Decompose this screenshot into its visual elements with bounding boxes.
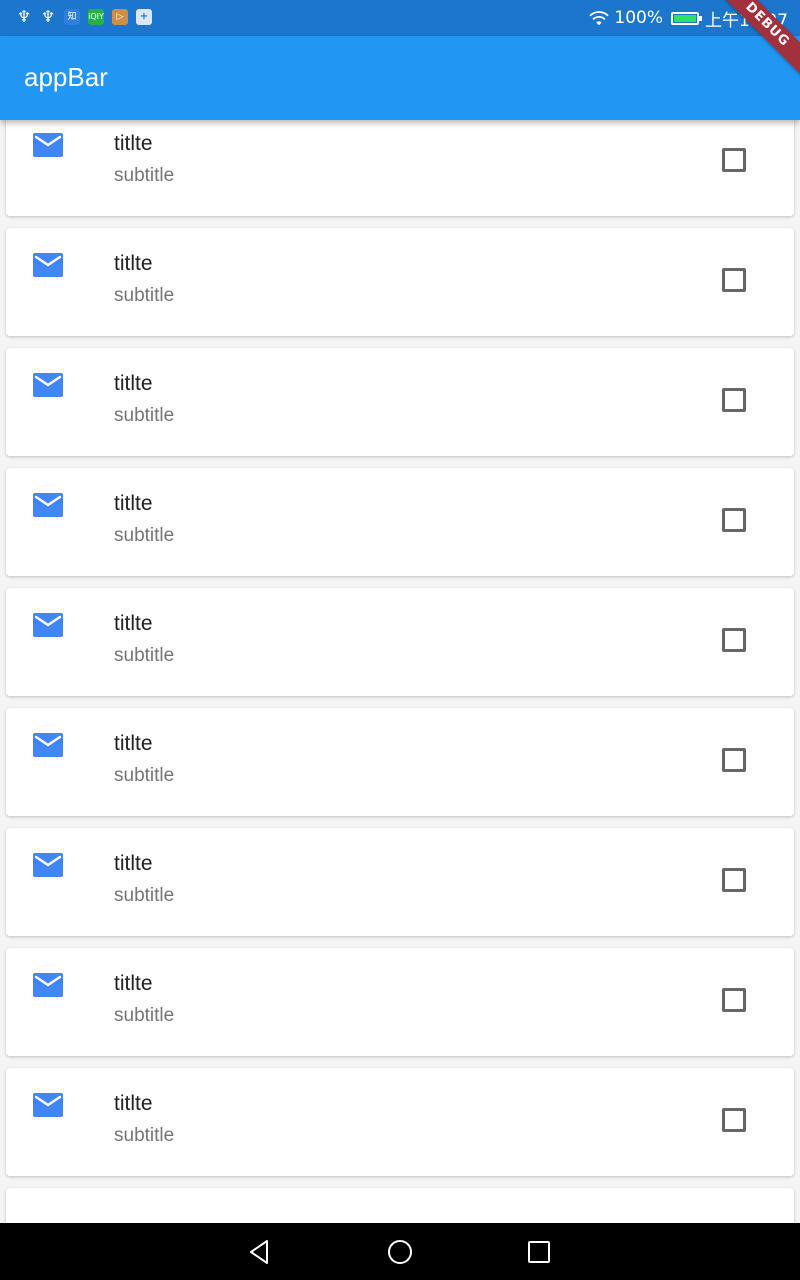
checkbox[interactable]	[722, 268, 746, 292]
mail-icon	[33, 373, 63, 397]
home-icon[interactable]	[384, 1236, 416, 1268]
mail-icon	[33, 493, 63, 517]
card-title: titlte	[114, 732, 153, 755]
card-subtitle: subtitle	[114, 165, 175, 186]
card-title: titlte	[114, 1092, 153, 1115]
play-icon: ▷	[112, 9, 128, 25]
list-card[interactable]: titlte subtitle	[6, 708, 794, 816]
checkbox[interactable]	[722, 1108, 746, 1132]
mail-icon	[33, 853, 63, 877]
list-card[interactable]: titlte subtitle	[6, 948, 794, 1056]
card-subtitle: subtitle	[114, 405, 175, 426]
wifi-icon	[589, 11, 610, 26]
zhihu-icon: 知	[64, 9, 80, 25]
notification-icons: ♆ ♆ 知 iQIY ▷ +	[16, 8, 152, 26]
plus-icon: +	[136, 9, 152, 25]
iqiyi-icon: iQIY	[88, 9, 104, 25]
card-title: titlte	[114, 852, 153, 875]
card-title: titlte	[114, 972, 153, 995]
battery-tip	[699, 15, 702, 21]
navigation-bar	[0, 1223, 800, 1280]
checkbox[interactable]	[722, 508, 746, 532]
back-icon[interactable]	[245, 1236, 277, 1268]
card-title: titlte	[114, 372, 153, 395]
card-title: titlte	[114, 492, 153, 515]
mail-icon	[33, 973, 63, 997]
card-subtitle: subtitle	[114, 1125, 175, 1146]
list-card[interactable]: titlte subtitle	[6, 348, 794, 456]
battery-fill	[674, 14, 696, 22]
card-title: titlte	[114, 612, 153, 635]
usb-icon: ♆	[16, 7, 32, 26]
card-subtitle: subtitle	[114, 285, 175, 306]
app-screen: ♆ ♆ 知 iQIY ▷ + 100% 上午10:07 DEBUG appBar…	[0, 0, 800, 1280]
list-card[interactable]: titlte subtitle	[6, 828, 794, 936]
checkbox[interactable]	[722, 388, 746, 412]
card-subtitle: subtitle	[114, 885, 175, 906]
list-card[interactable]: titlte subtitle	[6, 468, 794, 576]
card-subtitle: subtitle	[114, 645, 175, 666]
list-card[interactable]: titlte subtitle	[6, 588, 794, 696]
battery-percent: 100%	[614, 8, 663, 28]
card-subtitle: subtitle	[114, 765, 175, 786]
checkbox[interactable]	[722, 748, 746, 772]
usb-icon: ♆	[40, 7, 56, 26]
mail-icon	[33, 733, 63, 757]
card-title: titlte	[114, 252, 153, 275]
mail-icon	[33, 133, 63, 157]
mail-icon	[33, 253, 63, 277]
battery-icon	[671, 11, 702, 25]
recent-apps-icon[interactable]	[523, 1236, 555, 1268]
card-subtitle: subtitle	[114, 525, 175, 546]
mail-icon	[33, 1093, 63, 1117]
checkbox[interactable]	[722, 628, 746, 652]
mail-icon	[33, 613, 63, 637]
app-bar-title: appBar	[24, 62, 108, 92]
checkbox[interactable]	[722, 148, 746, 172]
list-card[interactable]	[6, 1188, 794, 1223]
card-subtitle: subtitle	[114, 1005, 175, 1026]
card-list[interactable]: titlte subtitle titlte subtitle titlte subtit…	[0, 120, 800, 1223]
card-title: titlte	[114, 132, 153, 155]
status-bar: ♆ ♆ 知 iQIY ▷ + 100% 上午10:07	[0, 0, 800, 36]
checkbox[interactable]	[722, 868, 746, 892]
app-bar: appBar	[0, 36, 800, 120]
list-card[interactable]: titlte subtitle	[6, 120, 794, 216]
list-card[interactable]: titlte subtitle	[6, 228, 794, 336]
checkbox[interactable]	[722, 988, 746, 1012]
list-card[interactable]: titlte subtitle	[6, 1068, 794, 1176]
